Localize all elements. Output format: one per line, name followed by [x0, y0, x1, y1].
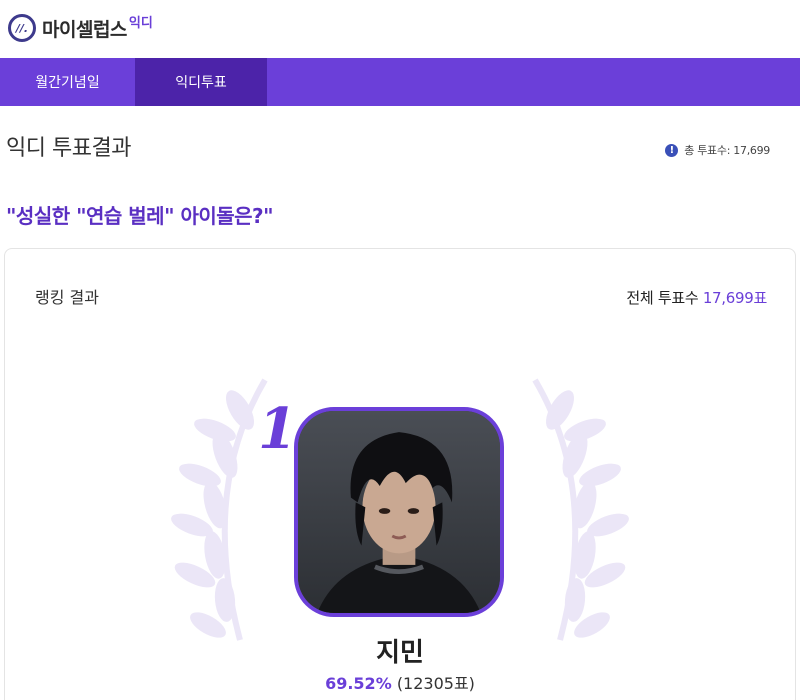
- tab-monthly-anniversary[interactable]: 월간기념일: [0, 58, 135, 106]
- poll-question: "성실한 "연습 벌레" 아이돌은?": [6, 204, 274, 228]
- top-bar: //. 마이셀럽스 익디: [0, 0, 800, 58]
- winner-result: 69.52% (12305표): [0, 670, 800, 694]
- tab-anonymous-vote[interactable]: 익디투표: [135, 58, 267, 106]
- card-total-votes: 전체 투표수 17,699표: [626, 287, 767, 308]
- total-votes-label: 전체 투표수: [626, 289, 699, 307]
- brand-sub: 익디: [128, 15, 153, 31]
- total-votes-summary-text: 총 투표수: 17,699: [684, 144, 770, 157]
- ranking-label: 랭킹 결과: [35, 288, 99, 307]
- laurel-right-icon: [532, 378, 629, 641]
- brand-logo[interactable]: //. 마이셀럽스 익디: [8, 14, 153, 42]
- total-votes-summary: ! 총 투표수: 17,699: [665, 142, 770, 158]
- rank-number: 1: [258, 396, 297, 462]
- winner-photo[interactable]: [294, 407, 504, 617]
- info-icon: !: [665, 143, 679, 157]
- brand-name: 마이셀럽스: [42, 18, 127, 41]
- winner-percent: 69.52%: [325, 674, 392, 693]
- main-nav: 월간기념일 익디투표: [0, 58, 800, 106]
- total-votes-value: 17,699표: [702, 289, 767, 307]
- winner-name: 지민: [376, 638, 424, 668]
- logo-icon: //.: [8, 14, 36, 42]
- winner-votes: (12305표): [396, 674, 475, 693]
- page-title: 익디 투표결과: [6, 136, 131, 161]
- portrait-image: [298, 411, 500, 613]
